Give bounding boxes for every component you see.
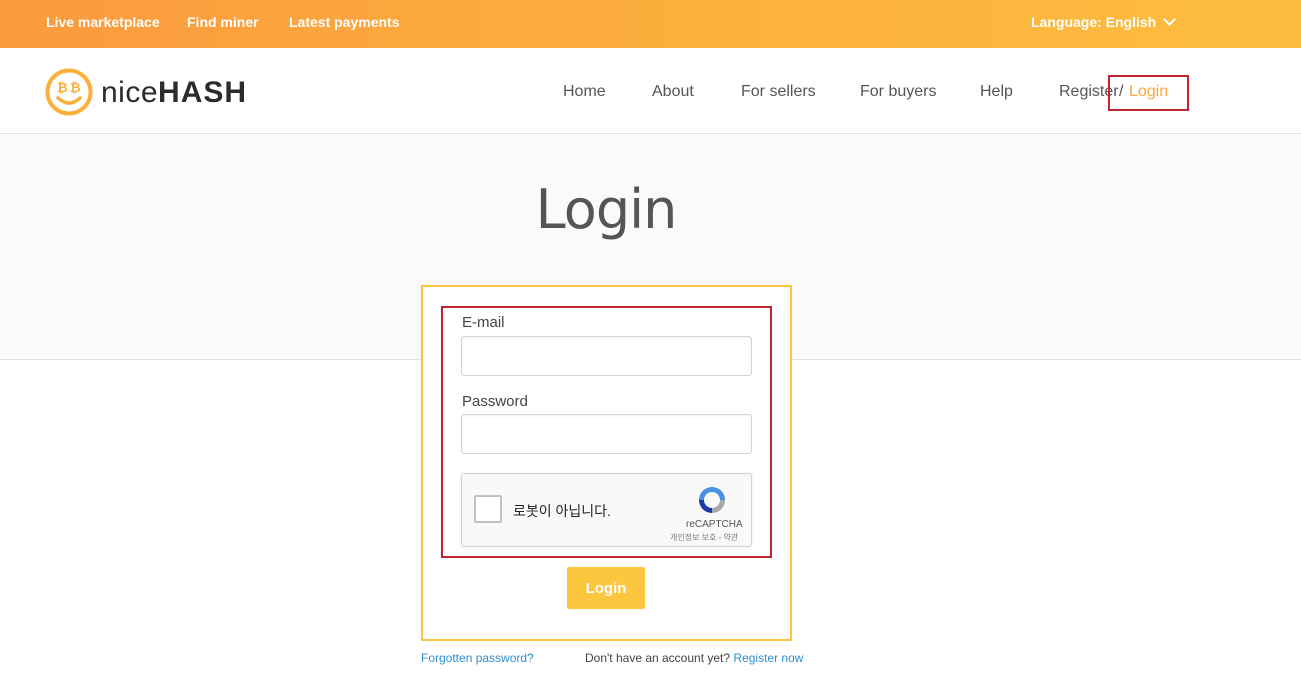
recaptcha-brand: reCAPTCHA	[686, 519, 743, 530]
svg-text:₿: ₿	[70, 80, 81, 95]
register-prompt-row: Don't have an account yet? Register now	[585, 651, 803, 665]
recaptcha-terms-link[interactable]: 개인정보 보호 - 약관	[670, 532, 738, 543]
site-header: ₿ ₿ niceHASH Home About For sellers For …	[0, 48, 1301, 134]
login-button[interactable]: Login	[567, 567, 645, 609]
login-link-highlight-box	[1108, 75, 1189, 111]
svg-text:₿: ₿	[57, 80, 68, 95]
forgot-password-link[interactable]: Forgotten password?	[421, 651, 534, 665]
topbar-link-live-marketplace[interactable]: Live marketplace	[46, 14, 160, 30]
language-label: Language: English	[1031, 14, 1157, 30]
page-title: Login	[535, 178, 678, 241]
recaptcha-widget: 로봇이 아닙니다. reCAPTCHA 개인정보 보호 - 약관	[461, 473, 752, 547]
nav-about[interactable]: About	[652, 83, 694, 101]
nicehash-logo[interactable]: ₿ ₿ niceHASH	[45, 68, 246, 116]
chevron-down-icon	[1163, 13, 1177, 26]
smiley-coin-icon: ₿ ₿	[45, 68, 93, 116]
nav-help[interactable]: Help	[980, 83, 1013, 101]
email-label: E-mail	[462, 314, 505, 331]
recaptcha-icon	[699, 487, 725, 513]
no-account-text: Don't have an account yet?	[585, 651, 731, 665]
nav-for-sellers[interactable]: For sellers	[741, 83, 816, 101]
password-field[interactable]	[461, 414, 752, 454]
topbar-link-latest-payments[interactable]: Latest payments	[289, 14, 399, 30]
register-now-link[interactable]: Register now	[733, 651, 803, 665]
nav-for-buyers[interactable]: For buyers	[860, 83, 936, 101]
nav-home[interactable]: Home	[563, 83, 606, 101]
recaptcha-checkbox[interactable]	[474, 495, 502, 523]
password-label: Password	[462, 393, 528, 410]
forgot-password-row: Forgotten password?	[421, 651, 534, 665]
email-field[interactable]	[461, 336, 752, 376]
topbar-link-find-miner[interactable]: Find miner	[187, 14, 259, 30]
language-selector[interactable]: Language: English	[1031, 13, 1177, 30]
recaptcha-label: 로봇이 아닙니다.	[513, 503, 611, 519]
top-bar: Live marketplace Find miner Latest payme…	[0, 0, 1301, 48]
logo-wordmark: niceHASH	[101, 76, 248, 109]
